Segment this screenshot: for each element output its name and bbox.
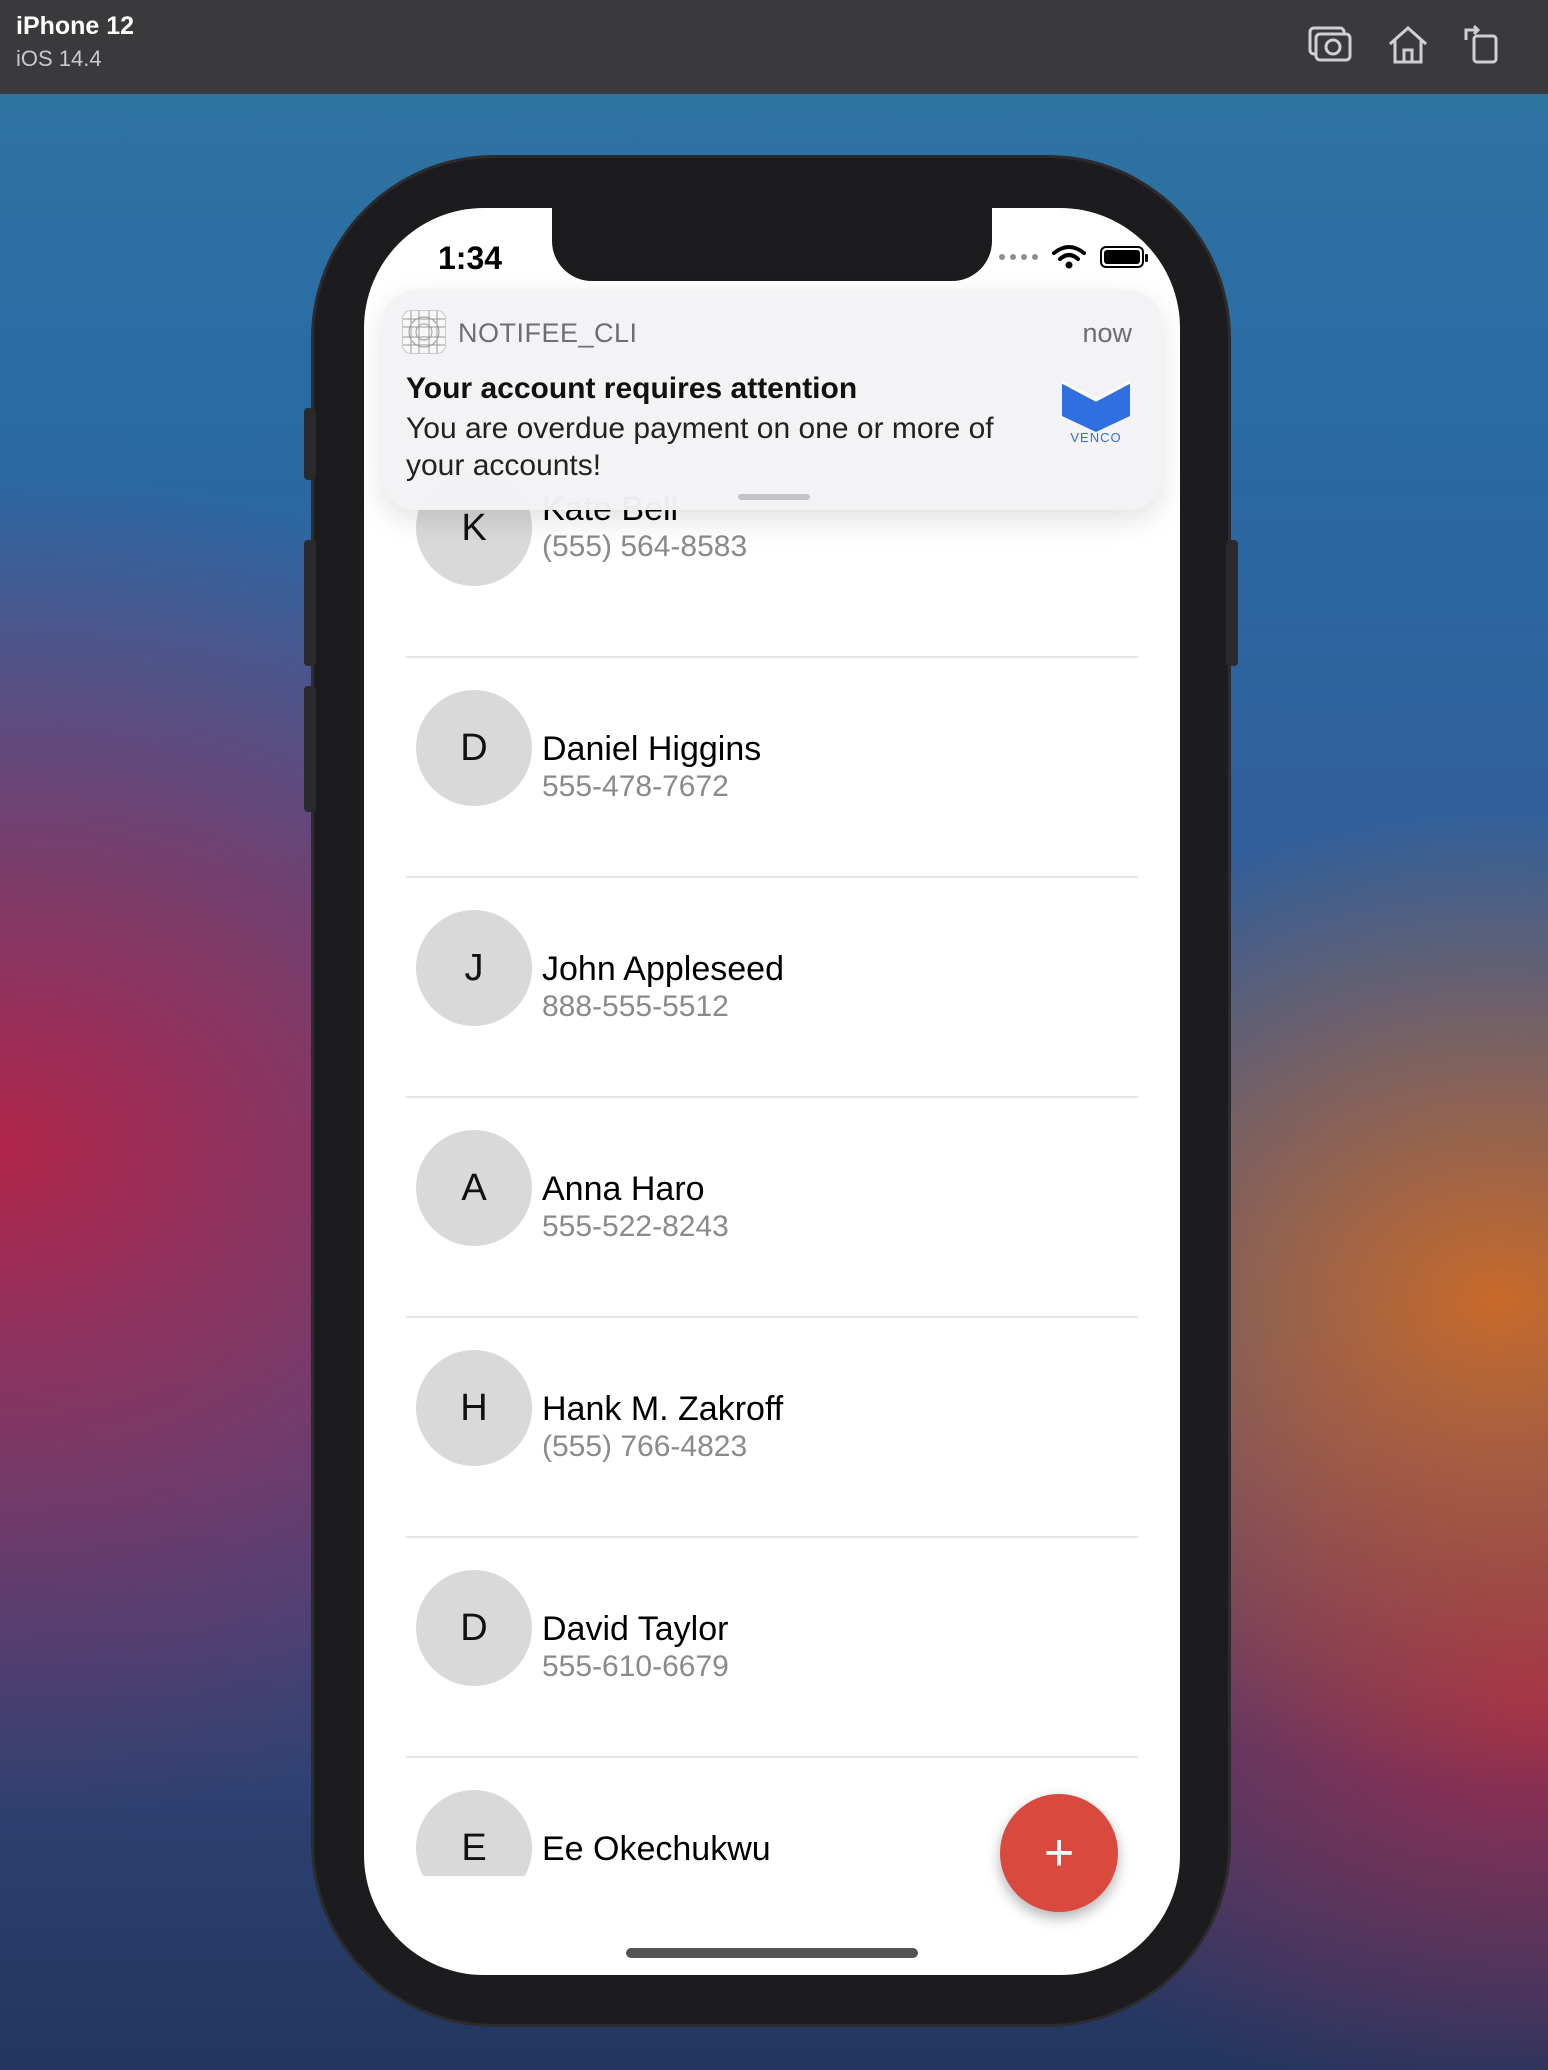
contact-name: Ee Okechukwu — [542, 1830, 771, 1868]
notification-title: Your account requires attention — [406, 372, 858, 405]
contact-phone: 555-610-6679 — [542, 1650, 729, 1683]
divider — [406, 1316, 1138, 1318]
screenshot-icon[interactable] — [1306, 20, 1354, 68]
contact-name: Anna Haro — [542, 1170, 705, 1208]
contact-phone: (555) 564-8583 — [542, 530, 748, 563]
avatar: D — [416, 1570, 532, 1686]
device-name: iPhone 12 — [16, 12, 135, 40]
contact-name: Hank M. Zakroff — [542, 1390, 784, 1428]
venco-logo: VENCO — [1060, 376, 1132, 448]
avatar: E — [416, 1790, 532, 1876]
phone-screen: K Kate Bell (555) 564-8583 D Daniel Higg… — [364, 208, 1180, 1975]
os-version: iOS 14.4 — [16, 46, 102, 71]
status-time: 1:34 — [438, 240, 503, 276]
notification-body: You are overdue payment on one or more o… — [406, 412, 994, 482]
cellular-icon — [999, 254, 1038, 260]
home-icon[interactable] — [1384, 20, 1432, 68]
app-icon — [402, 310, 446, 354]
contact-phone: 555-478-7672 — [542, 770, 729, 803]
avatar: J — [416, 910, 532, 1026]
divider — [406, 1096, 1138, 1098]
contact-name: Daniel Higgins — [542, 730, 762, 768]
mute-switch — [304, 408, 316, 480]
contact-name: John Appleseed — [542, 950, 784, 988]
status-indicators — [999, 244, 1148, 270]
venco-logo-text: VENCO — [1070, 430, 1122, 445]
divider — [406, 1536, 1138, 1538]
contact-phone: 555-522-8243 — [542, 1210, 729, 1243]
notification-drag-handle[interactable] — [738, 494, 810, 500]
volume-up-button — [304, 540, 316, 666]
notch — [552, 208, 992, 281]
contact-phone: 888-555-5512 — [542, 990, 729, 1023]
avatar: A — [416, 1130, 532, 1246]
contact-name: David Taylor — [542, 1610, 729, 1648]
avatar: H — [416, 1350, 532, 1466]
contact-phone: (555) 766-4823 — [542, 1430, 748, 1463]
add-contact-button[interactable]: + — [1000, 1794, 1118, 1912]
avatar: D — [416, 690, 532, 806]
divider — [406, 656, 1138, 658]
notification-app-name: NOTIFEE_CLI — [458, 318, 638, 348]
battery-icon — [1100, 246, 1148, 268]
simulator-toolbar: iPhone 12 iOS 14.4 — [0, 0, 1548, 94]
volume-down-button — [304, 686, 316, 812]
notification-time: now — [1082, 318, 1132, 348]
notification-banner[interactable]: NOTIFEE_CLI now Your account requires at… — [382, 290, 1162, 510]
wifi-icon — [1052, 245, 1086, 269]
divider — [406, 1756, 1138, 1758]
home-indicator[interactable] — [626, 1948, 918, 1958]
power-button — [1226, 540, 1238, 666]
rotate-icon[interactable] — [1458, 20, 1506, 68]
divider — [406, 876, 1138, 878]
